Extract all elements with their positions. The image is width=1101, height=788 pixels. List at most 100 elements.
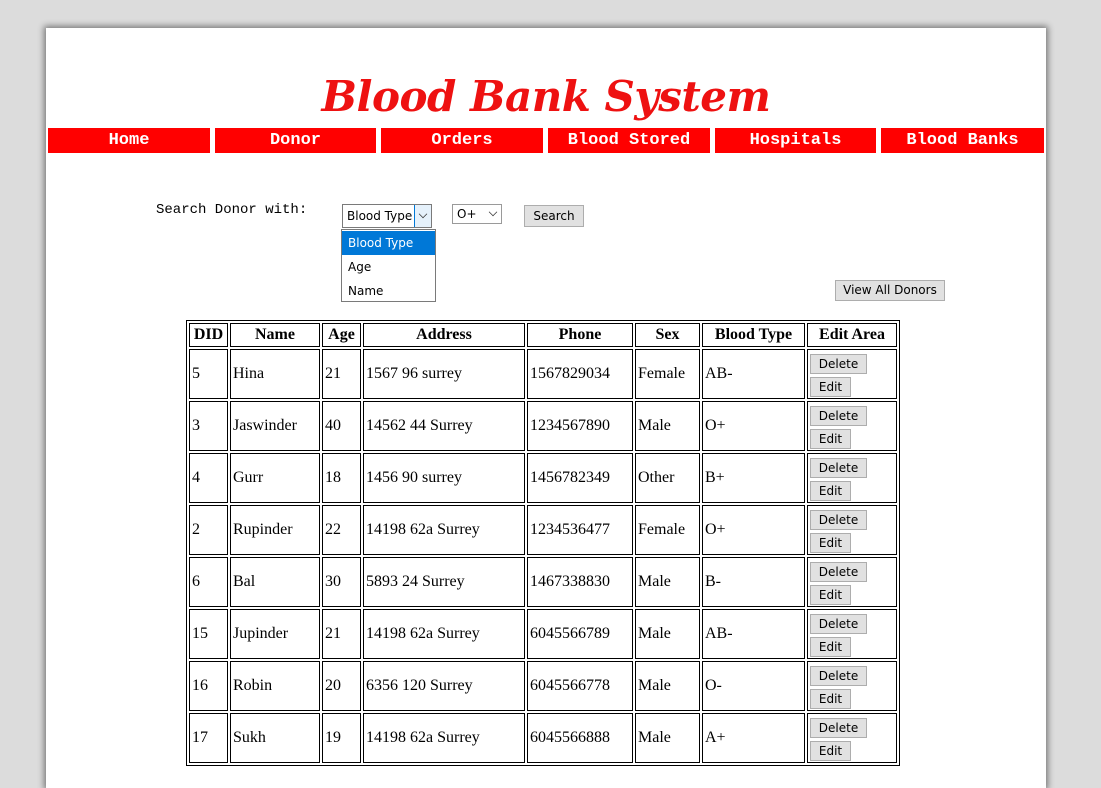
search-label: Search Donor with: bbox=[156, 202, 308, 218]
delete-button[interactable]: Delete bbox=[810, 353, 867, 374]
dropdown-option-age[interactable]: Age bbox=[342, 255, 435, 279]
cell-edit-area: Delete Edit bbox=[807, 453, 897, 503]
header-age: Age bbox=[322, 323, 361, 347]
cell-sex: Male bbox=[635, 713, 700, 763]
cell-phone: 1567829034 bbox=[527, 349, 633, 399]
view-all-donors-button[interactable]: View All Donors bbox=[835, 280, 945, 301]
delete-button[interactable]: Delete bbox=[810, 457, 867, 478]
cell-phone: 1456782349 bbox=[527, 453, 633, 503]
cell-blood-type: AB- bbox=[702, 609, 805, 659]
edit-button[interactable]: Edit bbox=[810, 376, 851, 397]
table-row: 4 Gurr 18 1456 90 surrey 1456782349 Other B+ De… bbox=[189, 453, 897, 503]
cell-phone: 6045566778 bbox=[527, 661, 633, 711]
cell-age: 22 bbox=[322, 505, 361, 555]
cell-did: 15 bbox=[189, 609, 228, 659]
delete-button[interactable]: Delete bbox=[810, 717, 867, 738]
cell-address: 1567 96 surrey bbox=[363, 349, 525, 399]
cell-age: 30 bbox=[322, 557, 361, 607]
cell-did: 3 bbox=[189, 401, 228, 451]
dropdown-option-blood-type[interactable]: Blood Type bbox=[342, 231, 435, 255]
table-row: 6 Bal 30 5893 24 Surrey 1467338830 Male B- Dele… bbox=[189, 557, 897, 607]
cell-blood-type: AB- bbox=[702, 349, 805, 399]
search-field-dropdown: Blood Type Age Name bbox=[341, 229, 436, 302]
cell-edit-area: Delete Edit bbox=[807, 713, 897, 763]
cell-did: 16 bbox=[189, 661, 228, 711]
nav-hospitals[interactable]: Hospitals bbox=[715, 128, 876, 153]
cell-blood-type: O- bbox=[702, 661, 805, 711]
edit-button[interactable]: Edit bbox=[810, 740, 851, 761]
search-field-dropdown-button[interactable] bbox=[414, 205, 431, 227]
donor-table: DID Name Age Address Phone Sex Blood Typ… bbox=[186, 320, 900, 766]
main-nav: Home Donor Orders Blood Stored Hospitals… bbox=[48, 128, 1044, 153]
cell-did: 17 bbox=[189, 713, 228, 763]
cell-name: Rupinder bbox=[230, 505, 320, 555]
cell-blood-type: A+ bbox=[702, 713, 805, 763]
cell-age: 20 bbox=[322, 661, 361, 711]
header-sex: Sex bbox=[635, 323, 700, 347]
nav-orders[interactable]: Orders bbox=[381, 128, 543, 153]
cell-name: Robin bbox=[230, 661, 320, 711]
cell-name: Jupinder bbox=[230, 609, 320, 659]
cell-age: 40 bbox=[322, 401, 361, 451]
blood-type-select[interactable]: O+ bbox=[452, 204, 502, 224]
search-field-select[interactable]: Blood Type bbox=[342, 204, 432, 228]
cell-blood-type: O+ bbox=[702, 401, 805, 451]
header-edit-area: Edit Area bbox=[807, 323, 897, 347]
cell-name: Gurr bbox=[230, 453, 320, 503]
table-row: 17 Sukh 19 14198 62a Surrey 6045566888 Male A+… bbox=[189, 713, 897, 763]
nav-blood-stored[interactable]: Blood Stored bbox=[548, 128, 710, 153]
cell-phone: 6045566789 bbox=[527, 609, 633, 659]
cell-age: 19 bbox=[322, 713, 361, 763]
cell-address: 5893 24 Surrey bbox=[363, 557, 525, 607]
search-button[interactable]: Search bbox=[524, 205, 584, 227]
cell-edit-area: Delete Edit bbox=[807, 505, 897, 555]
table-row: 15 Jupinder 21 14198 62a Surrey 6045566789 Ma… bbox=[189, 609, 897, 659]
blood-type-value: O+ bbox=[457, 207, 477, 221]
cell-sex: Male bbox=[635, 609, 700, 659]
cell-age: 21 bbox=[322, 609, 361, 659]
cell-sex: Other bbox=[635, 453, 700, 503]
cell-edit-area: Delete Edit bbox=[807, 557, 897, 607]
header-blood-type: Blood Type bbox=[702, 323, 805, 347]
cell-name: Bal bbox=[230, 557, 320, 607]
table-row: 2 Rupinder 22 14198 62a Surrey 1234536477 Fem… bbox=[189, 505, 897, 555]
cell-blood-type: O+ bbox=[702, 505, 805, 555]
cell-address: 1456 90 surrey bbox=[363, 453, 525, 503]
edit-button[interactable]: Edit bbox=[810, 636, 851, 657]
delete-button[interactable]: Delete bbox=[810, 405, 867, 426]
page-container: Blood Bank System Home Donor Orders Bloo… bbox=[46, 28, 1046, 788]
cell-edit-area: Delete Edit bbox=[807, 609, 897, 659]
cell-did: 6 bbox=[189, 557, 228, 607]
delete-button[interactable]: Delete bbox=[810, 613, 867, 634]
nav-blood-banks[interactable]: Blood Banks bbox=[881, 128, 1044, 153]
edit-button[interactable]: Edit bbox=[810, 584, 851, 605]
nav-home[interactable]: Home bbox=[48, 128, 210, 153]
table-row: 5 Hina 21 1567 96 surrey 1567829034 Female AB-… bbox=[189, 349, 897, 399]
table-row: 3 Jaswinder 40 14562 44 Surrey 1234567890 Mal… bbox=[189, 401, 897, 451]
delete-button[interactable]: Delete bbox=[810, 665, 867, 686]
edit-button[interactable]: Edit bbox=[810, 532, 851, 553]
search-field-value: Blood Type bbox=[347, 209, 413, 223]
cell-sex: Male bbox=[635, 401, 700, 451]
cell-edit-area: Delete Edit bbox=[807, 661, 897, 711]
delete-button[interactable]: Delete bbox=[810, 509, 867, 530]
delete-button[interactable]: Delete bbox=[810, 561, 867, 582]
cell-age: 18 bbox=[322, 453, 361, 503]
cell-address: 6356 120 Surrey bbox=[363, 661, 525, 711]
dropdown-option-name[interactable]: Name bbox=[342, 279, 435, 303]
header-address: Address bbox=[363, 323, 525, 347]
edit-button[interactable]: Edit bbox=[810, 428, 851, 449]
cell-did: 4 bbox=[189, 453, 228, 503]
header-did: DID bbox=[189, 323, 228, 347]
table-header-row: DID Name Age Address Phone Sex Blood Typ… bbox=[189, 323, 897, 347]
cell-name: Hina bbox=[230, 349, 320, 399]
cell-address: 14562 44 Surrey bbox=[363, 401, 525, 451]
header-phone: Phone bbox=[527, 323, 633, 347]
cell-name: Jaswinder bbox=[230, 401, 320, 451]
edit-button[interactable]: Edit bbox=[810, 480, 851, 501]
cell-phone: 1234567890 bbox=[527, 401, 633, 451]
page-title: Blood Bank System bbox=[321, 72, 771, 121]
edit-button[interactable]: Edit bbox=[810, 688, 851, 709]
cell-did: 5 bbox=[189, 349, 228, 399]
nav-donor[interactable]: Donor bbox=[215, 128, 376, 153]
